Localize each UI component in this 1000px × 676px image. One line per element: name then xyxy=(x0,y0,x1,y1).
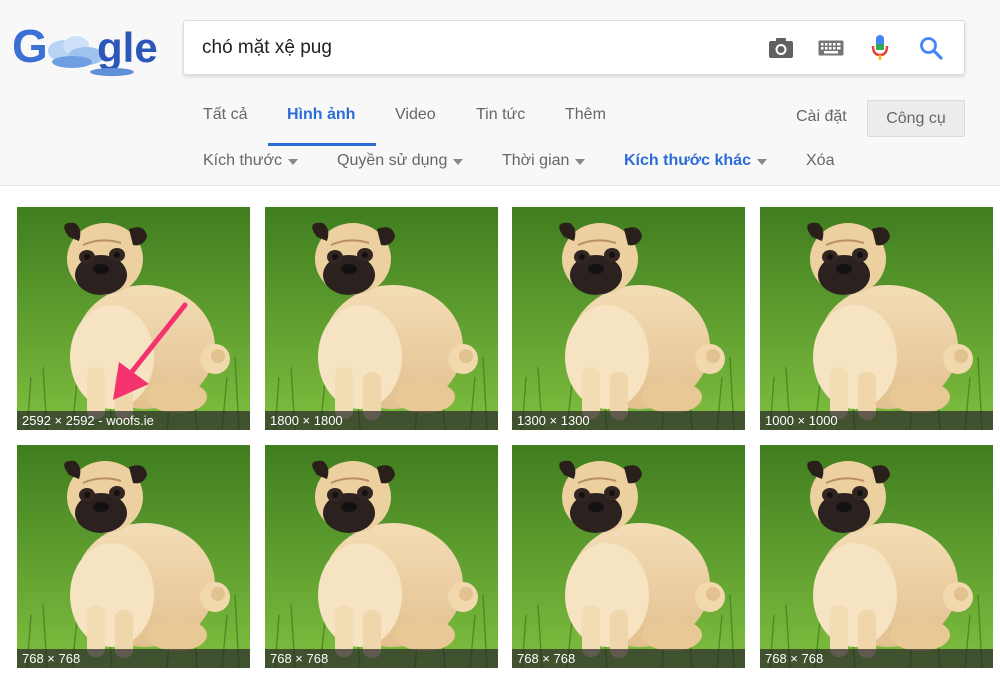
filter-usage-rights-label: Quyền sử dụng xyxy=(337,152,448,169)
image-size-caption: 1000 × 1000 xyxy=(760,411,993,430)
caret-down-icon xyxy=(575,159,586,165)
tools-button[interactable]: Công cụ xyxy=(867,100,965,137)
image-result[interactable]: 768 × 768 xyxy=(265,445,498,668)
filter-size[interactable]: Kích thước xyxy=(203,152,299,170)
filter-usage-rights[interactable]: Quyền sử dụng xyxy=(337,152,464,170)
caret-down-icon xyxy=(453,159,464,165)
google-doodle-logo[interactable]: G gle xyxy=(12,16,164,78)
camera-icon[interactable] xyxy=(766,33,796,63)
image-size-caption: 768 × 768 xyxy=(512,649,745,668)
filter-time-label: Thời gian xyxy=(502,152,570,169)
search-box xyxy=(183,20,965,75)
search-input[interactable] xyxy=(202,21,762,74)
image-result[interactable]: 768 × 768 xyxy=(17,445,250,668)
filter-clear-label: Xóa xyxy=(806,152,835,169)
pug-photo xyxy=(265,207,498,430)
caret-down-icon xyxy=(757,159,767,165)
image-size-caption: 1300 × 1300 xyxy=(512,411,745,430)
pug-photo xyxy=(265,445,498,668)
image-result[interactable]: 768 × 768 xyxy=(512,445,745,668)
pug-photo xyxy=(512,207,745,430)
image-result[interactable]: 768 × 768 xyxy=(760,445,993,668)
pug-photo xyxy=(760,207,993,430)
image-result[interactable]: 1300 × 1300 xyxy=(512,207,745,430)
svg-text:gle: gle xyxy=(97,24,158,71)
microphone-icon[interactable] xyxy=(865,33,895,63)
header: G gle chó mặt xệ pug Tất cả Hình ảnh Vid… xyxy=(0,0,1000,186)
pug-photo xyxy=(17,445,250,668)
tab-video[interactable]: Video xyxy=(395,106,436,146)
tab-all[interactable]: Tất cả xyxy=(203,106,247,146)
active-tab-indicator xyxy=(268,143,376,146)
filter-size-label: Kích thước xyxy=(203,152,283,169)
image-size-caption: 768 × 768 xyxy=(265,649,498,668)
filter-clear[interactable]: Xóa xyxy=(806,152,834,170)
image-size-caption: 1800 × 1800 xyxy=(265,411,498,430)
filter-other-size[interactable]: Kích thước khác xyxy=(624,152,767,170)
image-size-caption: 2592 × 2592 - woofs.ie xyxy=(17,411,250,430)
keyboard-icon[interactable] xyxy=(816,33,846,63)
svg-text:G: G xyxy=(12,20,48,72)
pug-photo xyxy=(512,445,745,668)
tab-more[interactable]: Thêm xyxy=(565,106,606,146)
tab-images[interactable]: Hình ảnh xyxy=(287,106,355,146)
caret-down-icon xyxy=(288,159,299,165)
image-size-caption: 768 × 768 xyxy=(17,649,250,668)
image-result[interactable]: 1000 × 1000 xyxy=(760,207,993,430)
image-result[interactable]: 1800 × 1800 xyxy=(265,207,498,430)
pug-photo xyxy=(17,207,250,430)
image-size-caption: 768 × 768 xyxy=(760,649,993,668)
pug-photo xyxy=(760,445,993,668)
image-result[interactable]: 2592 × 2592 - woofs.ie xyxy=(17,207,250,430)
filter-other-size-label: Kích thước khác xyxy=(624,152,751,169)
filter-time[interactable]: Thời gian xyxy=(502,152,586,170)
search-icon[interactable] xyxy=(916,33,946,63)
settings-link[interactable]: Cài đặt xyxy=(796,108,847,126)
tab-news[interactable]: Tin tức xyxy=(476,106,525,146)
